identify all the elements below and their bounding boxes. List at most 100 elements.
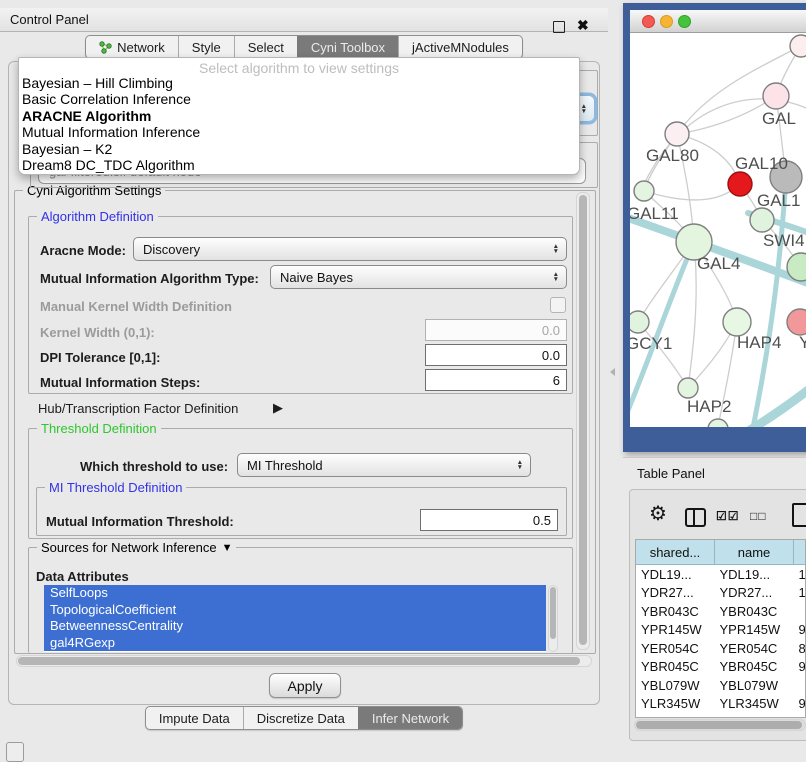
dropdown-item-dream8-dc-tdc-algorithm[interactable]: Dream8 DC_TDC Algorithm (19, 157, 579, 173)
threshold-definition-title: Threshold Definition (37, 421, 161, 436)
node-label-swi4: SWI4 (763, 231, 805, 250)
dropdown-item-mutual-information-inference[interactable]: Mutual Information Inference (19, 124, 579, 140)
attribute-item-topologicalcoefficient[interactable]: TopologicalCoefficient (44, 602, 546, 619)
settings-vertical-scrollbar[interactable] (576, 192, 590, 650)
dropdown-item-bayesian-k2[interactable]: Bayesian – K2 (19, 141, 579, 157)
tab-impute-data[interactable]: Impute Data (146, 707, 243, 729)
combo-stepper-icon: ▲▼ (581, 104, 587, 114)
algorithm-dropdown: Select algorithm to view settings Bayesi… (18, 57, 580, 175)
aracne-mode-combo[interactable]: Discovery ▲▼ (133, 237, 567, 261)
dock-mini-button[interactable] (6, 742, 24, 762)
mi-type-label: Mutual Information Algorithm Type: (40, 271, 259, 286)
which-threshold-label: Which threshold to use: (80, 459, 228, 474)
kernel-width-label: Kernel Width (0,1): (40, 325, 155, 340)
table-cell: YLR345W (636, 695, 715, 714)
table-row[interactable]: YPR145WYPR145W9. (636, 621, 806, 640)
zoom-traffic-light-icon[interactable] (678, 15, 691, 28)
table-cell: YBL079W (636, 676, 715, 695)
column-header-name[interactable]: name (715, 540, 794, 565)
network-node[interactable] (678, 378, 698, 398)
node-label-gal11: GAL11 (630, 204, 679, 223)
table-cell: YIL052C (636, 713, 715, 718)
table-cell: YER054C (636, 639, 715, 658)
tab-network[interactable]: Network (86, 36, 178, 58)
dropdown-item-aracne-algorithm[interactable]: ARACNE Algorithm (19, 108, 579, 124)
tab-cyni-toolbox[interactable]: Cyni Toolbox (297, 36, 398, 58)
network-window-titlebar[interactable] (630, 10, 806, 33)
settings-horizontal-scrollbar[interactable] (16, 655, 592, 667)
table-cell: 8. (794, 639, 806, 658)
table-cell: YDR27... (715, 584, 794, 603)
table-row[interactable]: YER054CYER054C8. (636, 639, 806, 658)
table-cell: YDL19... (715, 565, 794, 584)
network-node[interactable] (787, 309, 806, 335)
kernel-width-field[interactable] (425, 319, 567, 341)
table-row[interactable]: YBR045CYBR045C9. (636, 658, 806, 677)
table-cell: YDL19... (636, 565, 715, 584)
table-panel-header: Table Panel (623, 457, 806, 488)
deselect-all-icon[interactable]: □□ (750, 509, 767, 523)
data-attributes-list[interactable]: SelfLoopsTopologicalCoefficientBetweenne… (44, 585, 546, 652)
network-node[interactable] (763, 83, 789, 109)
table-row[interactable]: YLR345WYLR345W9. (636, 695, 806, 714)
dropdown-item-bayesian-hill-climbing[interactable]: Bayesian – Hill Climbing (19, 75, 579, 91)
network-node[interactable] (728, 172, 752, 196)
table-row[interactable]: YDL19...YDL19...13 (636, 565, 806, 584)
network-node[interactable] (630, 311, 649, 333)
mi-threshold-field[interactable] (420, 509, 558, 531)
dpi-tolerance-field[interactable] (425, 344, 567, 366)
collapse-arrow-icon[interactable]: ▼ (222, 542, 233, 554)
table-cell: YBR043C (715, 602, 794, 621)
apply-button[interactable]: Apply (269, 673, 341, 698)
network-canvas[interactable]: GALGAL80GAL10GAL11GAL1SWI4GAL4GCY1HAP4YH… (630, 33, 806, 427)
new-table-icon[interactable] (792, 503, 806, 527)
mi-type-combo[interactable]: Naive Bayes ▲▼ (270, 265, 567, 289)
attribute-item-selfloops[interactable]: SelfLoops (44, 585, 546, 602)
control-panel-titlebar: Control Panel ✖ (0, 8, 608, 32)
table-row[interactable]: YBL079WYBL079W (636, 676, 806, 695)
tab-infer-network[interactable]: Infer Network (358, 707, 462, 729)
table-row[interactable]: YDR27...YDR27...12 (636, 584, 806, 603)
manual-kernel-checkbox[interactable] (550, 297, 566, 313)
tab-select[interactable]: Select (234, 36, 297, 58)
attributes-scrollbar[interactable] (548, 585, 558, 652)
network-node[interactable] (723, 308, 751, 336)
close-icon[interactable]: ✖ (577, 17, 589, 34)
close-traffic-light-icon[interactable] (642, 15, 655, 28)
attribute-item-gal4rgexp[interactable]: gal4RGexp (44, 635, 546, 652)
algorithm-definition-title: Algorithm Definition (37, 209, 158, 224)
minimize-traffic-light-icon[interactable] (660, 15, 673, 28)
table-cell: YBR045C (715, 658, 794, 677)
table-horizontal-scrollbar[interactable] (634, 719, 806, 731)
network-node[interactable] (750, 208, 774, 232)
node-table[interactable]: shared...nameAYDL19...YDL19...13YDR27...… (635, 539, 806, 718)
tab-discretize-data[interactable]: Discretize Data (243, 707, 358, 729)
tab-style[interactable]: Style (178, 36, 234, 58)
network-node[interactable] (634, 181, 654, 201)
float-window-icon[interactable] (553, 21, 565, 33)
tab-jactivemnodules[interactable]: jActiveMNodules (398, 36, 522, 58)
tab-label: Select (248, 40, 284, 55)
splitter-handle-icon[interactable] (610, 368, 615, 376)
dropdown-header: Select algorithm to view settings (19, 58, 579, 75)
network-node[interactable] (708, 419, 728, 427)
which-threshold-combo[interactable]: MI Threshold ▲▼ (237, 453, 531, 477)
network-node[interactable] (790, 35, 806, 57)
select-all-icon[interactable]: ☑☑ (716, 509, 740, 523)
network-node[interactable] (665, 122, 689, 146)
table-cell: YIL052C (715, 713, 794, 718)
table-row[interactable]: YBR043CYBR043C (636, 602, 806, 621)
mi-steps-field[interactable] (425, 369, 567, 391)
mi-threshold-group-title: MI Threshold Definition (45, 480, 186, 495)
dropdown-item-basic-correlation-inference[interactable]: Basic Correlation Inference (19, 91, 579, 107)
column-header-a[interactable]: A (794, 540, 806, 565)
attribute-item-betweennesscentrality[interactable]: BetweennessCentrality (44, 618, 546, 635)
expand-arrow-icon[interactable]: ▶ (273, 400, 283, 416)
hub-definition-label[interactable]: Hub/Transcription Factor Definition (38, 401, 238, 416)
columns-icon[interactable] (685, 508, 706, 527)
table-cell: YDR27... (636, 584, 715, 603)
gear-icon[interactable]: ⚙ (649, 501, 667, 526)
table-row[interactable]: YIL052CYIL052C9. (636, 713, 806, 718)
table-panel-title: Table Panel (637, 466, 705, 481)
column-header-shared[interactable]: shared... (636, 540, 715, 565)
